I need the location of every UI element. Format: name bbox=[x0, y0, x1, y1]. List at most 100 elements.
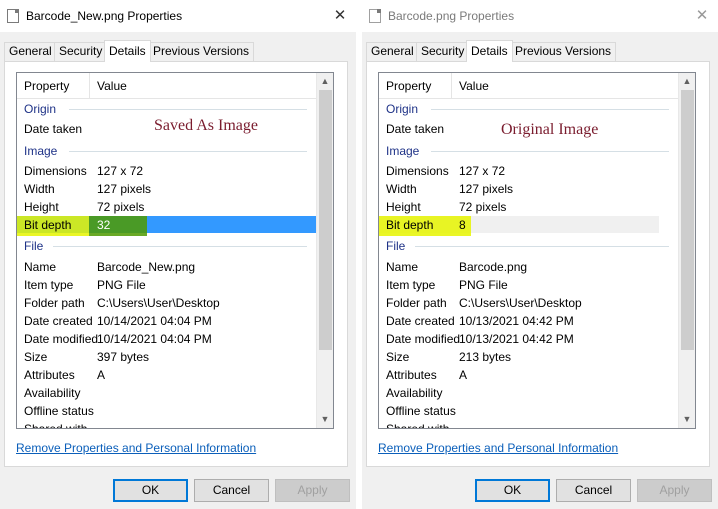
vertical-scrollbar[interactable]: ▲ ▼ bbox=[678, 73, 695, 428]
row-dimensions[interactable]: Dimensions 127 x 72 bbox=[17, 162, 317, 180]
property-label: Size bbox=[24, 350, 48, 364]
row-availability[interactable]: Availability bbox=[379, 384, 679, 402]
group-file[interactable]: File bbox=[17, 236, 317, 256]
close-button[interactable]: ✕ bbox=[328, 4, 352, 28]
row-dimensions[interactable]: Dimensions 127 x 72 bbox=[379, 162, 679, 180]
column-header-property[interactable]: Property bbox=[17, 73, 90, 99]
row-width[interactable]: Width 127 pixels bbox=[379, 180, 679, 198]
row-attributes[interactable]: Attributes A bbox=[17, 366, 317, 384]
row-height[interactable]: Height 72 pixels bbox=[379, 198, 679, 216]
group-file[interactable]: File bbox=[379, 236, 679, 256]
ok-button[interactable]: OK bbox=[113, 479, 188, 502]
row-folder-path[interactable]: Folder path C:\Users\User\Desktop bbox=[379, 294, 679, 312]
row-folder-path[interactable]: Folder path C:\Users\User\Desktop bbox=[17, 294, 317, 312]
scroll-up-arrow-icon[interactable]: ▲ bbox=[679, 73, 695, 90]
tab-security[interactable]: Security bbox=[416, 42, 470, 61]
property-value: PNG File bbox=[97, 278, 146, 292]
property-label: Bit depth bbox=[24, 218, 72, 232]
group-label: Origin bbox=[386, 102, 419, 116]
list-header: Property Value bbox=[379, 73, 679, 99]
properties-list[interactable]: Property Value Origin Date taken Saved A… bbox=[16, 72, 334, 429]
group-image[interactable]: Image bbox=[379, 141, 679, 161]
title-bar[interactable]: Barcode.png Properties ✕ bbox=[362, 0, 718, 32]
property-label: Date created bbox=[24, 314, 93, 328]
title-bar[interactable]: Barcode_New.png Properties ✕ bbox=[0, 0, 356, 32]
row-bit-depth[interactable]: Bit depth 8 bbox=[379, 216, 659, 236]
properties-list[interactable]: Property Value Origin Date taken Origina… bbox=[378, 72, 696, 429]
row-size[interactable]: Size 213 bytes bbox=[379, 348, 679, 366]
property-label: Width bbox=[24, 182, 55, 196]
row-item-type[interactable]: Item type PNG File bbox=[17, 276, 317, 294]
property-label: Folder path bbox=[386, 296, 447, 310]
scroll-down-arrow-icon[interactable]: ▼ bbox=[679, 411, 695, 428]
window-title: Barcode.png Properties bbox=[388, 9, 515, 23]
property-label: Height bbox=[386, 200, 421, 214]
cancel-button[interactable]: Cancel bbox=[194, 479, 269, 502]
group-origin[interactable]: Origin bbox=[17, 99, 317, 119]
row-date-modified[interactable]: Date modified 10/13/2021 04:42 PM bbox=[379, 330, 679, 348]
tab-general[interactable]: General bbox=[366, 42, 419, 61]
property-label: Offline status bbox=[386, 404, 456, 418]
remove-properties-link[interactable]: Remove Properties and Personal Informati… bbox=[378, 441, 618, 455]
tab-previous-versions[interactable]: Previous Versions bbox=[148, 42, 255, 61]
details-panel: Property Value Origin Date taken Origina… bbox=[366, 61, 710, 467]
tab-previous-versions[interactable]: Previous Versions bbox=[510, 42, 617, 61]
property-value: Barcode.png bbox=[459, 260, 528, 274]
row-attributes[interactable]: Attributes A bbox=[379, 366, 679, 384]
tab-strip: General Security Details Previous Versio… bbox=[4, 40, 344, 62]
row-size[interactable]: Size 397 bytes bbox=[17, 348, 317, 366]
row-bit-depth[interactable]: Bit depth 32 bbox=[17, 216, 317, 236]
row-availability[interactable]: Availability bbox=[17, 384, 317, 402]
scrollbar-thumb[interactable] bbox=[319, 90, 332, 350]
annotation-saved-as-image: Saved As Image bbox=[154, 117, 258, 134]
properties-dialog-barcode-new: Barcode_New.png Properties ✕ General Sec… bbox=[0, 0, 356, 509]
property-label: Bit depth bbox=[386, 218, 434, 232]
close-button[interactable]: ✕ bbox=[690, 4, 714, 28]
group-origin[interactable]: Origin bbox=[379, 99, 679, 119]
scroll-up-arrow-icon[interactable]: ▲ bbox=[317, 73, 333, 90]
row-item-type[interactable]: Item type PNG File bbox=[379, 276, 679, 294]
row-width[interactable]: Width 127 pixels bbox=[17, 180, 317, 198]
column-header-value[interactable]: Value bbox=[452, 73, 679, 99]
row-shared-with[interactable]: Shared with bbox=[379, 420, 679, 428]
row-name[interactable]: Name Barcode.png bbox=[379, 258, 679, 276]
row-date-created[interactable]: Date created 10/13/2021 04:42 PM bbox=[379, 312, 679, 330]
file-icon bbox=[369, 9, 381, 23]
tab-details[interactable]: Details bbox=[466, 40, 513, 62]
row-height[interactable]: Height 72 pixels bbox=[17, 198, 317, 216]
apply-button[interactable]: Apply bbox=[275, 479, 350, 502]
row-date-modified[interactable]: Date modified 10/14/2021 04:04 PM bbox=[17, 330, 317, 348]
property-label: Date taken bbox=[24, 122, 83, 136]
column-header-property[interactable]: Property bbox=[379, 73, 452, 99]
row-offline-status[interactable]: Offline status bbox=[379, 402, 679, 420]
group-label: File bbox=[24, 239, 44, 253]
property-value: C:\Users\User\Desktop bbox=[97, 296, 220, 310]
scrollbar-thumb[interactable] bbox=[681, 90, 694, 350]
scroll-down-arrow-icon[interactable]: ▼ bbox=[317, 411, 333, 428]
property-label: Name bbox=[386, 260, 419, 274]
row-date-created[interactable]: Date created 10/14/2021 04:04 PM bbox=[17, 312, 317, 330]
ok-button[interactable]: OK bbox=[475, 479, 550, 502]
tab-details[interactable]: Details bbox=[104, 40, 151, 62]
property-value: Barcode_New.png bbox=[97, 260, 196, 274]
row-offline-status[interactable]: Offline status bbox=[17, 402, 317, 420]
property-value: PNG File bbox=[459, 278, 508, 292]
cancel-button[interactable]: Cancel bbox=[556, 479, 631, 502]
row-shared-with[interactable]: Shared with bbox=[17, 420, 317, 428]
property-label: Size bbox=[386, 350, 410, 364]
group-image[interactable]: Image bbox=[17, 141, 317, 161]
row-name[interactable]: Name Barcode_New.png bbox=[17, 258, 317, 276]
property-value: 127 pixels bbox=[459, 182, 514, 196]
apply-button[interactable]: Apply bbox=[637, 479, 712, 502]
property-label: Attributes bbox=[24, 368, 75, 382]
property-label: Width bbox=[386, 182, 417, 196]
tab-security[interactable]: Security bbox=[54, 42, 108, 61]
property-value: 32 bbox=[97, 218, 111, 232]
window-title: Barcode_New.png Properties bbox=[26, 9, 183, 23]
remove-properties-link[interactable]: Remove Properties and Personal Informati… bbox=[16, 441, 256, 455]
column-header-value[interactable]: Value bbox=[90, 73, 317, 99]
property-value: A bbox=[97, 368, 106, 382]
tab-general[interactable]: General bbox=[4, 42, 57, 61]
vertical-scrollbar[interactable]: ▲ ▼ bbox=[316, 73, 333, 428]
property-value: 127 x 72 bbox=[459, 164, 506, 178]
